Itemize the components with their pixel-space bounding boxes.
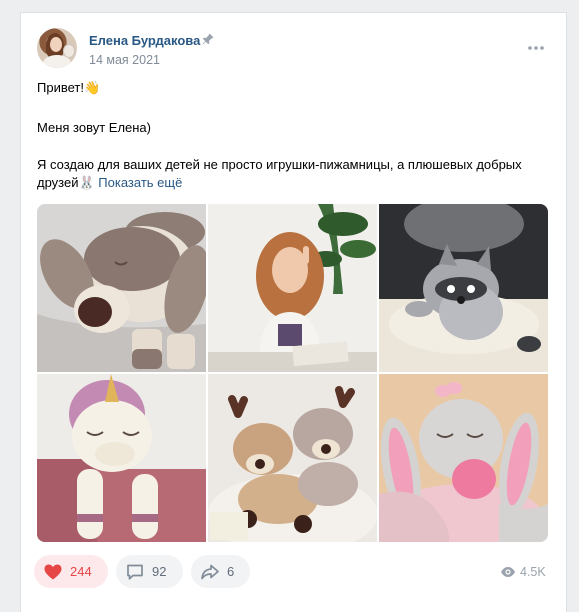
comment-count: 92 <box>152 564 167 579</box>
post-card: Елена Бурдакова 14 мая 2021 Привет!👋 Мен… <box>20 12 567 612</box>
photo-dog-toy[interactable] <box>37 204 206 372</box>
author-name[interactable]: Елена Бурдакова <box>89 33 200 48</box>
like-count: 244 <box>70 564 92 579</box>
post-text-intro: Меня зовут Елена) <box>37 120 151 135</box>
photo-bunny-toy[interactable] <box>379 374 548 542</box>
more-icon[interactable] <box>527 41 545 55</box>
photo-deer-toys[interactable] <box>208 374 377 542</box>
post-date[interactable]: 14 мая 2021 <box>89 53 160 67</box>
pin-icon <box>202 33 214 45</box>
share-count: 6 <box>227 564 235 579</box>
comment-button[interactable]: 92 <box>116 555 183 588</box>
share-button[interactable]: 6 <box>191 555 250 588</box>
avatar[interactable] <box>37 28 77 68</box>
post-text-body: Я создаю для ваших детей не просто игруш… <box>37 156 552 192</box>
share-icon <box>201 564 219 579</box>
like-button[interactable]: 244 <box>34 555 108 588</box>
comment-icon <box>127 564 143 580</box>
views-counter: 4.5K <box>500 564 546 580</box>
show-more-link[interactable]: Показать ещё <box>98 175 182 190</box>
heart-icon <box>44 564 62 579</box>
photo-unicorn-toy[interactable] <box>37 374 206 542</box>
photo-author[interactable] <box>208 204 377 372</box>
views-count: 4.5K <box>520 565 546 579</box>
eye-icon <box>501 567 515 577</box>
photo-gallery <box>37 204 548 543</box>
post-text-greeting: Привет!👋 <box>37 80 101 95</box>
photo-raccoon-toy[interactable] <box>379 204 548 372</box>
